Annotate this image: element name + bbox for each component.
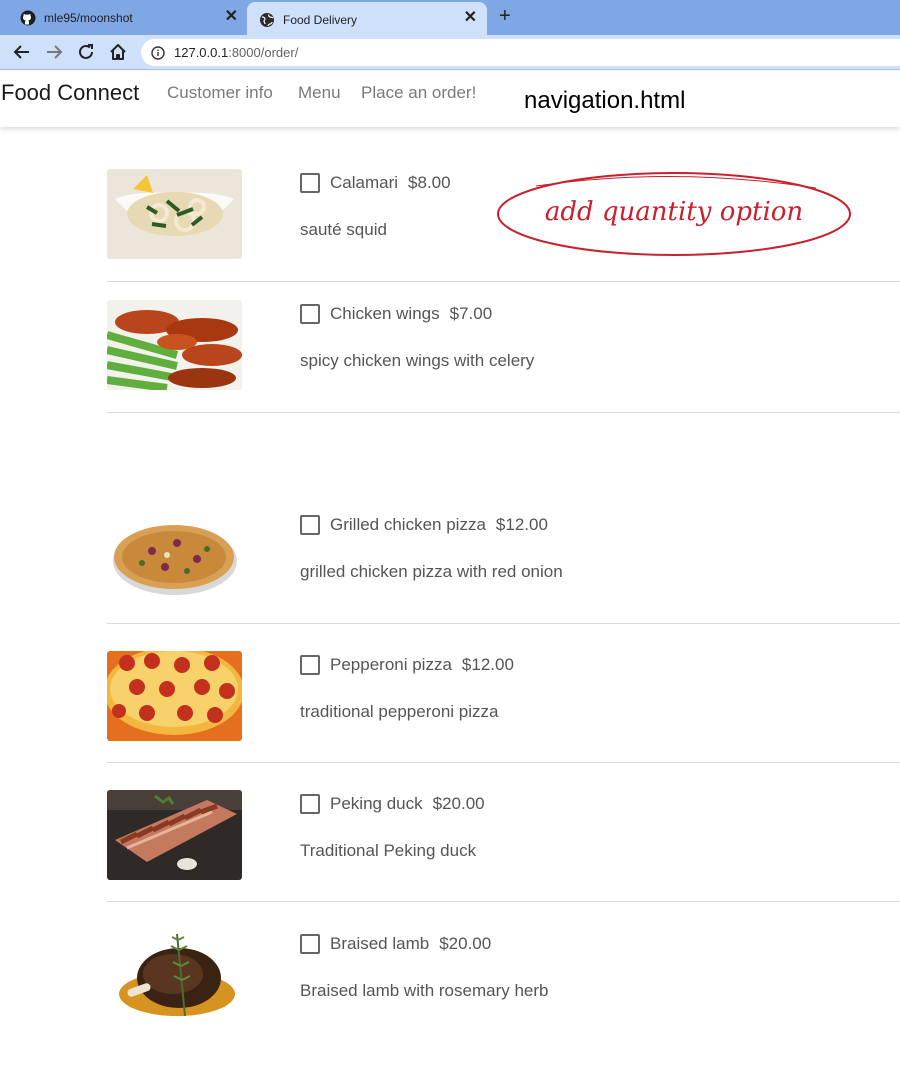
item-name: Braised lamb <box>330 934 430 953</box>
item-price: $12.00 <box>461 655 514 674</box>
item-price: $8.00 <box>408 173 451 192</box>
nav-link-customer-info[interactable]: Customer info <box>167 83 273 103</box>
item-name: Grilled chicken pizza <box>330 515 486 534</box>
pepperoni-pizza-image <box>107 651 242 741</box>
divider <box>107 412 900 413</box>
annotation-text: add quantity option <box>544 197 804 227</box>
url-path: :8000/order/ <box>228 45 299 60</box>
close-icon[interactable]: ✕ <box>464 10 477 26</box>
item-name: Calamari <box>330 173 399 192</box>
item-description: sauté squid <box>300 220 387 239</box>
reload-icon[interactable] <box>75 41 97 63</box>
nav-link-place-order[interactable]: Place an order! <box>361 83 476 103</box>
divider <box>107 281 900 282</box>
item-name: Peking duck <box>330 794 423 813</box>
globe-icon <box>259 12 275 28</box>
browser-tab-github[interactable]: mle95/moonshot ✕ <box>0 0 246 35</box>
browser-tab-food-delivery[interactable]: Food Delivery ✕ <box>247 2 487 38</box>
item-description: Braised lamb with rosemary herb <box>300 981 549 1000</box>
address-bar[interactable]: 127.0.0.1:8000/order/ <box>141 39 900 66</box>
item-checkbox-row[interactable]: Pepperoni pizza $12.00 <box>300 655 514 675</box>
chicken-wings-image <box>107 300 242 390</box>
item-checkbox-row[interactable]: Peking duck $20.00 <box>300 794 485 814</box>
item-checkbox-row[interactable]: Grilled chicken pizza $12.00 <box>300 515 548 535</box>
tab-title: mle95/moonshot <box>44 10 133 25</box>
close-icon[interactable]: ✕ <box>225 9 238 25</box>
item-price: $12.00 <box>495 515 548 534</box>
item-checkbox-row[interactable]: Chicken wings $7.00 <box>300 304 492 324</box>
item-checkbox[interactable] <box>300 515 320 535</box>
github-icon <box>20 10 36 26</box>
item-checkbox[interactable] <box>300 794 320 814</box>
item-checkbox[interactable] <box>300 655 320 675</box>
peking-duck-image <box>107 790 242 880</box>
item-checkbox[interactable] <box>300 173 320 193</box>
item-description: traditional pepperoni pizza <box>300 702 499 721</box>
url-host: 127.0.0.1 <box>174 45 229 60</box>
browser-tab-bar: mle95/moonshot ✕ Food Delivery ✕ + <box>0 0 900 38</box>
item-checkbox[interactable] <box>300 304 320 324</box>
new-tab-plus-icon[interactable]: + <box>499 6 511 26</box>
divider <box>107 901 900 902</box>
braised-lamb-image <box>107 930 242 1020</box>
nav-link-menu[interactable]: Menu <box>298 83 341 103</box>
item-price: $7.00 <box>449 304 493 323</box>
home-icon[interactable] <box>107 41 129 63</box>
info-icon[interactable] <box>151 45 165 60</box>
divider <box>107 623 900 624</box>
calamari-image <box>107 169 242 259</box>
divider <box>107 762 900 763</box>
browser-toolbar: 127.0.0.1:8000/order/ <box>0 35 900 70</box>
item-name: Chicken wings <box>330 304 440 323</box>
item-checkbox[interactable] <box>300 934 320 954</box>
item-description: Traditional Peking duck <box>300 841 477 860</box>
item-checkbox-row[interactable]: Calamari $8.00 <box>300 173 451 193</box>
forward-arrow-icon[interactable] <box>43 41 65 63</box>
item-description: grilled chicken pizza with red onion <box>300 562 563 581</box>
grilled-chicken-pizza-image <box>107 511 242 601</box>
item-checkbox-row[interactable]: Braised lamb $20.00 <box>300 934 491 954</box>
back-arrow-icon[interactable] <box>11 41 33 63</box>
item-name: Pepperoni pizza <box>330 655 452 674</box>
site-navbar: Food Connect Customer info Menu Place an… <box>0 71 900 127</box>
item-price: $20.00 <box>439 934 492 953</box>
navigation-file-note: navigation.html <box>524 87 686 114</box>
item-price: $20.00 <box>432 794 485 813</box>
annotation-callout: add quantity option <box>496 172 852 258</box>
item-description: spicy chicken wings with celery <box>300 351 535 370</box>
tab-title: Food Delivery <box>283 13 358 27</box>
navbar-brand[interactable]: Food Connect <box>1 80 139 106</box>
